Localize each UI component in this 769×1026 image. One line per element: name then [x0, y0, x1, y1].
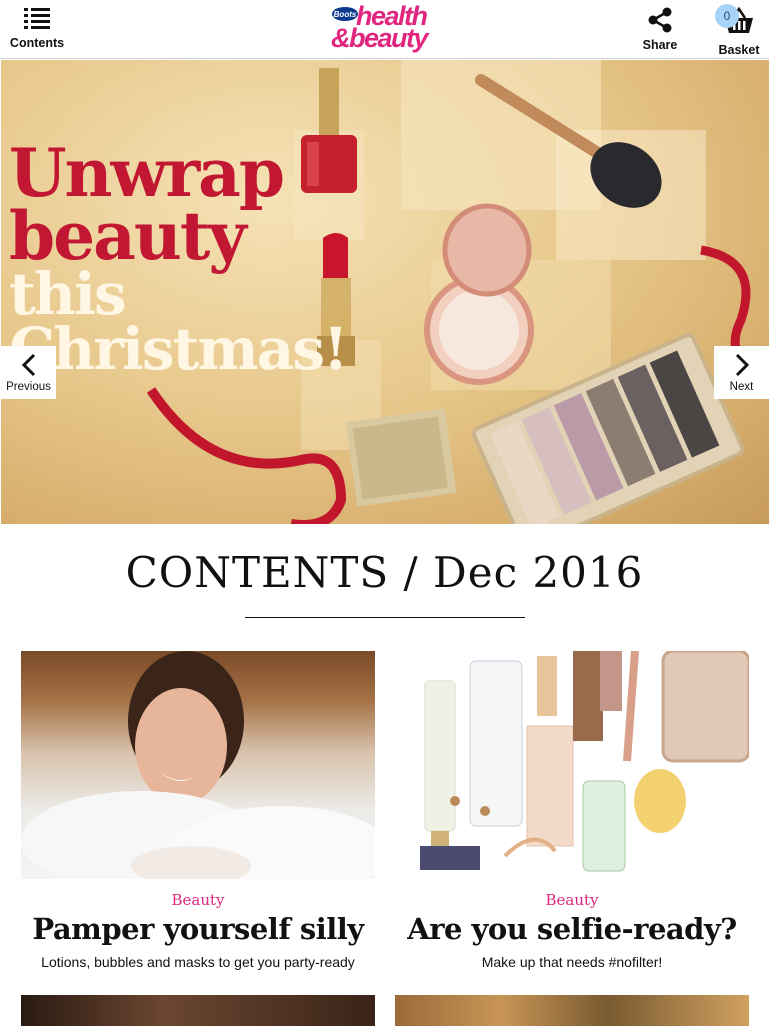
- share-icon: [648, 7, 672, 33]
- article-subtitle: Lotions, bubbles and masks to get you pa…: [41, 954, 355, 970]
- previous-label: Previous: [6, 380, 51, 393]
- logo-line-beauty: &beauty: [331, 23, 429, 53]
- next-label: Next: [729, 380, 754, 393]
- bath-woman-illustration: [21, 651, 375, 879]
- boots-logo-mark: Boots: [332, 7, 358, 21]
- makeup-products-illustration: [420, 651, 749, 872]
- article-category: Beauty: [171, 891, 225, 909]
- article-title: Pamper yourself silly: [32, 912, 364, 946]
- article-category: Beauty: [545, 891, 599, 909]
- article-card-pamper[interactable]: Beauty Pamper yourself silly Lotions, bu…: [21, 651, 375, 970]
- article-image-bath: [21, 651, 375, 879]
- hero-line-4: Christmas!: [9, 315, 348, 384]
- hero-banner[interactable]: Unwrap beauty this Christmas!: [1, 60, 769, 524]
- heading-divider: [245, 617, 525, 618]
- article-subtitle: Make up that needs #nofilter!: [481, 954, 663, 970]
- hero-headline: Unwrap beauty this Christmas!: [9, 134, 348, 384]
- article-image-makeup: [395, 651, 749, 879]
- basket-count-badge: 0: [715, 4, 739, 28]
- article-title: Are you selfie-ready?: [407, 912, 737, 946]
- hero-line-2: beauty: [9, 196, 247, 275]
- list-icon: [24, 8, 50, 29]
- boots-health-beauty-logo[interactable]: Boots health &beauty: [330, 3, 440, 55]
- contents-button[interactable]: Contents: [10, 6, 64, 50]
- contents-heading: CONTENTS / Dec 2016: [125, 548, 644, 597]
- top-bar: Contents Boots health &beauty Share 0 Ba…: [0, 0, 769, 59]
- basket-label: Basket: [718, 43, 760, 57]
- article-card-selfie[interactable]: Beauty Are you selfie-ready? Make up tha…: [395, 651, 749, 970]
- next-button[interactable]: Next: [714, 346, 769, 399]
- share-label: Share: [642, 38, 678, 52]
- chevron-right-icon: [735, 353, 749, 376]
- previous-button[interactable]: Previous: [1, 346, 56, 399]
- chevron-left-icon: [21, 353, 35, 376]
- share-button[interactable]: Share: [640, 6, 680, 52]
- hero-line-3: this: [9, 260, 127, 329]
- contents-label: Contents: [9, 36, 65, 50]
- basket-button[interactable]: 0 Basket: [715, 4, 761, 57]
- article-card-peek-right[interactable]: [395, 995, 749, 1026]
- hero-line-1: Unwrap: [9, 134, 285, 212]
- article-card-peek-left[interactable]: [21, 995, 375, 1026]
